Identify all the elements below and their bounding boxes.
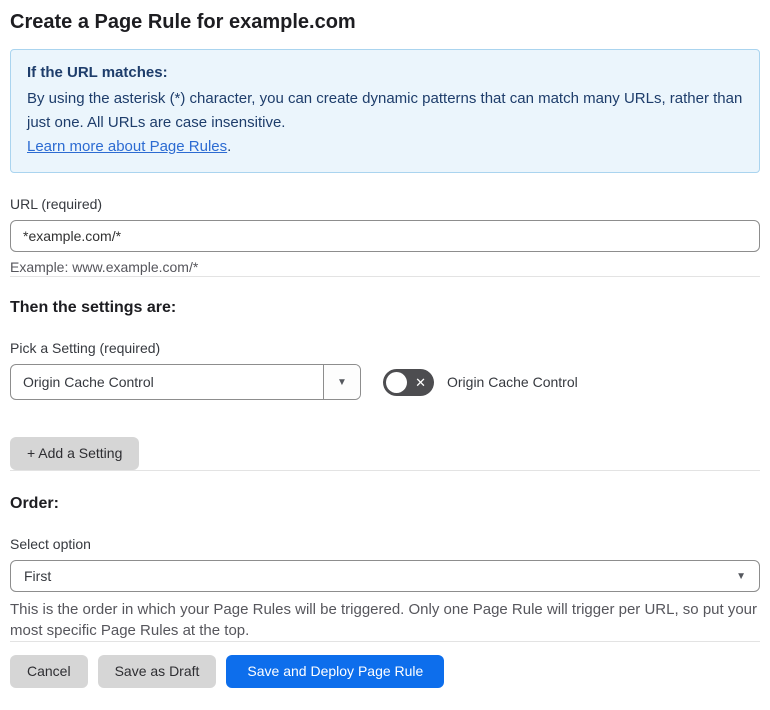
settings-section-heading: Then the settings are: (10, 299, 177, 316)
toggle-knob (386, 371, 407, 393)
order-select-dropdown[interactable]: First ▼ (10, 560, 760, 592)
info-heading: If the URL matches: (27, 64, 168, 81)
toggle-label: Origin Cache Control (447, 374, 578, 390)
info-body-text: By using the asterisk (*) character, you… (27, 90, 743, 131)
section-divider (10, 276, 760, 277)
page-title: Create a Page Rule for example.com (10, 11, 356, 33)
save-as-draft-button[interactable]: Save as Draft (97, 655, 217, 688)
origin-cache-control-toggle[interactable]: ✕ (383, 368, 434, 396)
order-section-heading: Order: (10, 495, 59, 512)
info-link-line: Learn more about Page Rules. (27, 135, 743, 159)
order-select-label: Select option (10, 536, 91, 552)
info-link-suffix: . (227, 138, 232, 155)
setting-picker-dropdown[interactable]: Origin Cache Control ▼ (10, 364, 361, 400)
learn-more-link[interactable]: Learn more about Page Rules (27, 138, 227, 155)
setting-picker-label: Pick a Setting (required) (10, 340, 161, 356)
order-select-value: First (24, 568, 52, 584)
setting-row: Origin Cache Control ▼ ✕ Origin Cache Co… (10, 364, 760, 400)
page-rule-form: Create a Page Rule for example.com If th… (0, 0, 770, 698)
cancel-button[interactable]: Cancel (10, 655, 88, 688)
section-divider (10, 470, 760, 471)
footer-divider (10, 641, 760, 642)
select-arrow-icon: ▼ (736, 570, 746, 582)
url-field-label: URL (required) (10, 196, 103, 212)
url-example-help: Example: www.example.com/* (10, 259, 199, 275)
save-and-deploy-button[interactable]: Save and Deploy Page Rule (226, 655, 445, 688)
chevron-down-icon[interactable]: ▼ (323, 365, 360, 399)
toggle-off-x-icon: ✕ (415, 374, 426, 390)
url-match-info-callout: If the URL matches: By using the asteris… (10, 49, 760, 173)
setting-picker-value: Origin Cache Control (23, 374, 154, 390)
url-input[interactable] (10, 220, 760, 252)
add-setting-button[interactable]: + Add a Setting (10, 437, 140, 470)
footer-actions: Cancel Save as Draft Save and Deploy Pag… (10, 655, 760, 688)
order-help-text: This is the order in which your Page Rul… (10, 601, 758, 639)
